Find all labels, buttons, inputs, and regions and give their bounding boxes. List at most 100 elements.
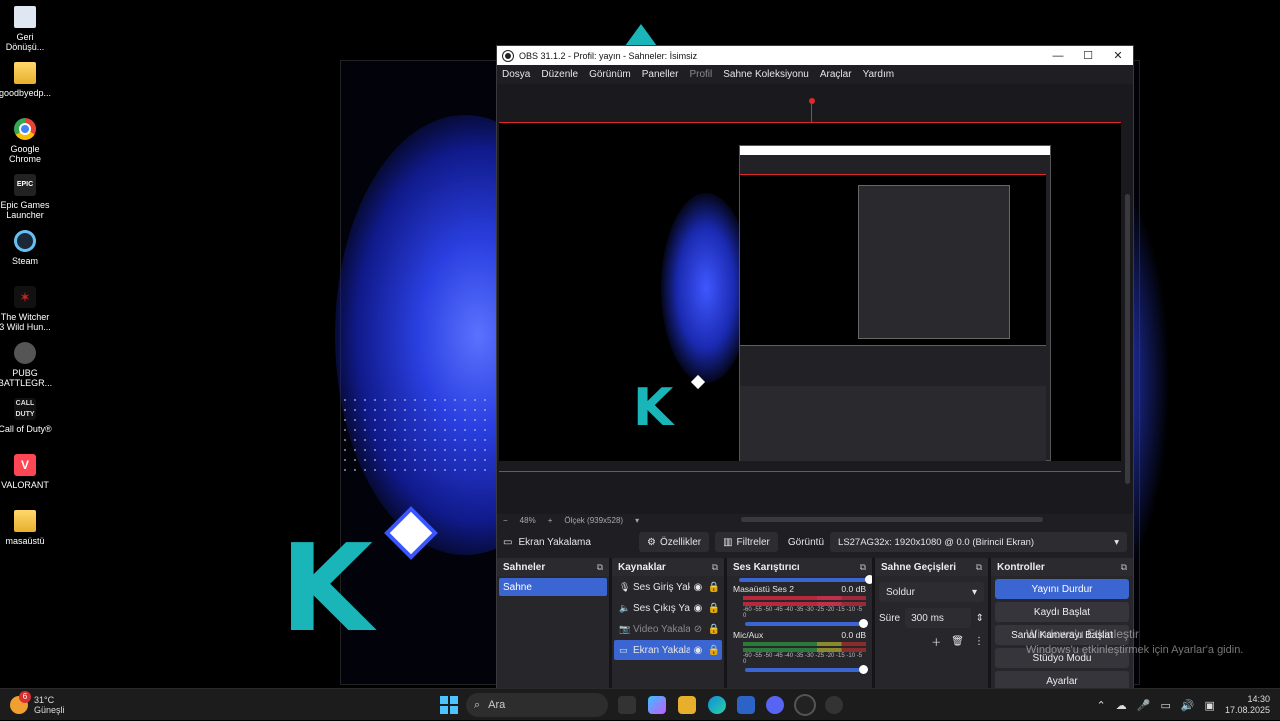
obs-titlebar[interactable]: OBS 31.1.2 - Profil: yayın - Sahneler: İ… (497, 46, 1133, 65)
menu-gorunum[interactable]: Görünüm (589, 69, 631, 80)
zoom-in-button[interactable]: + (548, 516, 553, 525)
source-row[interactable]: 📷 Video Yakalama ⊘ 🔒 (614, 619, 722, 639)
copilot-icon[interactable] (648, 696, 666, 714)
clock[interactable]: 14:30 17.08.2025 (1225, 694, 1270, 716)
settings-button[interactable]: Ayarlar (995, 671, 1129, 688)
desktop-icon-call-of-duty[interactable]: CALL DUTY Call of Duty® (0, 398, 53, 434)
add-icon[interactable]: ＋ (931, 634, 941, 649)
preview-area[interactable]: K (497, 84, 1133, 514)
eye-hidden-icon[interactable]: ⊘ (690, 624, 706, 635)
display-tray-icon[interactable]: ▭ (1160, 699, 1170, 712)
taskbar-search[interactable]: ⌕ Ara (466, 693, 608, 717)
lock-icon[interactable]: 🔒 (706, 603, 722, 614)
display-select[interactable]: LS27AG32x: 1920x1080 @ 0.0 (Birincil Ekr… (830, 532, 1127, 552)
discord-icon[interactable] (766, 696, 784, 714)
eye-icon[interactable]: ◉ (690, 603, 706, 614)
desktop-icon-pubg[interactable]: PUBG BATTLEGR... (0, 342, 53, 388)
desktop-icon-label: Steam (11, 256, 38, 266)
weather-widget[interactable]: 6 31°C Güneşli (10, 690, 110, 715)
more-icon[interactable]: ⋮ (974, 636, 984, 647)
dock-float-icon[interactable]: ⧉ (976, 562, 982, 573)
maximize-button[interactable]: ☐ (1073, 49, 1103, 62)
transition-select-value: Soldur (886, 586, 915, 598)
menu-yardim[interactable]: Yardım (863, 69, 895, 80)
audio-mixer-dock: Ses Karıştırıcı ⧉ Masaüstü Ses 2 0.0 dB … (727, 558, 872, 688)
properties-button[interactable]: ⚙ Özellikler (639, 532, 710, 552)
minimize-button[interactable]: — (1043, 50, 1073, 62)
desktop-icon-epic-games[interactable]: EPIC Epic Games Launcher (0, 174, 53, 220)
eye-icon[interactable]: ◉ (690, 582, 706, 593)
network-icon[interactable]: ▣ (1205, 699, 1215, 712)
desktop-icon-witcher[interactable]: ✶ The Witcher 3 Wild Hun... (0, 286, 53, 332)
menu-sahne-koleksiyonu[interactable]: Sahne Koleksiyonu (723, 69, 809, 80)
display-select-value: LS27AG32x: 1920x1080 @ 0.0 (Birincil Ekr… (838, 536, 1035, 548)
weather-temp: 31°C (34, 694, 55, 705)
folder-icon (14, 62, 36, 84)
close-button[interactable]: ✕ (1103, 49, 1133, 62)
monitor-icon: ▭ (503, 536, 513, 548)
desktop-icon-masaustu[interactable]: masaüstü (0, 510, 53, 546)
store-icon[interactable] (737, 696, 755, 714)
duration-input[interactable]: 300 ms (905, 608, 971, 628)
start-recording-button[interactable]: Kaydı Başlat (995, 602, 1129, 622)
mixer-channel: Masaüstü Ses 2 0.0 dB -60 -55 -50 -45 -4… (727, 582, 872, 628)
spinner-icon[interactable]: ⇕ (976, 613, 984, 624)
scene-item[interactable]: Sahne (499, 578, 607, 596)
stop-streaming-button[interactable]: Yayını Durdur (995, 579, 1129, 599)
sources-dock: Kaynaklar ⧉ 🎙 Ses Giriş Yakalama ◉ 🔒 🔈 S… (612, 558, 724, 688)
start-button[interactable] (440, 696, 458, 714)
desktop-icon-label: VALORANT (1, 480, 49, 490)
chevron-up-icon[interactable]: ⌃ (1097, 699, 1106, 712)
nested-preview (740, 174, 1046, 346)
mic-icon: 🎙 (619, 581, 631, 592)
preview-vertical-scrollbar[interactable] (1125, 194, 1130, 484)
cloud-icon[interactable]: ☁ (1116, 699, 1127, 712)
volume-icon[interactable]: 🔊 (1181, 699, 1195, 712)
eye-icon[interactable]: ◉ (690, 645, 706, 656)
weather-text: 31°C Güneşli (34, 695, 65, 715)
trash-icon[interactable]: 🗑 (951, 636, 964, 647)
task-view-icon[interactable] (618, 696, 636, 714)
desktop-icon-goodbyedpi[interactable]: goodbyedp... (0, 62, 53, 98)
dock-float-icon[interactable]: ⧉ (712, 562, 718, 573)
menu-dosya[interactable]: Dosya (502, 69, 530, 80)
dock-float-icon[interactable]: ⧉ (1121, 562, 1127, 573)
source-row[interactable]: 🎙 Ses Giriş Yakalama ◉ 🔒 (614, 577, 722, 597)
preview-horizontal-scrollbar[interactable] (741, 517, 1043, 522)
desktop-icon-recycle-bin[interactable]: Geri Dönüşü... (0, 6, 53, 52)
preview-canvas[interactable]: K (499, 122, 1121, 472)
source-row[interactable]: ▭ Ekran Yakalama ◉ 🔒 (614, 640, 722, 660)
transform-handle[interactable] (809, 98, 815, 104)
zoom-out-button[interactable]: − (503, 516, 508, 525)
menu-profil[interactable]: Profil (689, 69, 712, 80)
obs-taskbar-icon[interactable] (796, 696, 814, 714)
chevron-down-icon[interactable]: ▾ (635, 516, 639, 525)
lock-icon[interactable]: 🔒 (706, 624, 722, 635)
desktop-icon-valorant[interactable]: V VALORANT (0, 454, 53, 490)
lock-icon[interactable]: 🔒 (706, 645, 722, 656)
source-row[interactable]: 🔈 Ses Çıkış Yakalama ◉ 🔒 (614, 598, 722, 618)
file-explorer-icon[interactable] (678, 696, 696, 714)
transition-select[interactable]: Soldur ▾ (879, 582, 984, 602)
watermark-subtitle: Windows'u etkinleştirmek için Ayarlar'a … (1026, 644, 1244, 656)
menu-paneller[interactable]: Paneller (642, 69, 679, 80)
media-player-icon[interactable] (825, 696, 843, 714)
dock-float-icon[interactable]: ⧉ (860, 562, 866, 573)
volume-slider[interactable] (745, 665, 868, 674)
dock-float-icon[interactable]: ⧉ (597, 562, 603, 573)
desktop-icon-steam[interactable]: Steam (0, 230, 53, 266)
desktop-icon-chrome[interactable]: Google Chrome (0, 118, 53, 164)
wallpaper-triangle (625, 24, 657, 46)
mic-tray-icon[interactable]: 🎤 (1137, 699, 1151, 712)
epic-games-icon: EPIC (14, 174, 36, 196)
volume-slider[interactable] (745, 619, 868, 628)
volume-slider[interactable] (739, 575, 872, 584)
edge-icon[interactable] (708, 696, 726, 714)
menu-araclar[interactable]: Araçlar (820, 69, 852, 80)
lock-icon[interactable]: 🔒 (706, 582, 722, 593)
source-name: Ekran Yakalama (633, 644, 690, 656)
weather-desc: Güneşli (34, 704, 65, 715)
filters-button[interactable]: ▥ Filtreler (715, 532, 778, 552)
menu-duzenle[interactable]: Düzenle (541, 69, 578, 80)
scenes-dock-title: Sahneler (503, 561, 546, 573)
